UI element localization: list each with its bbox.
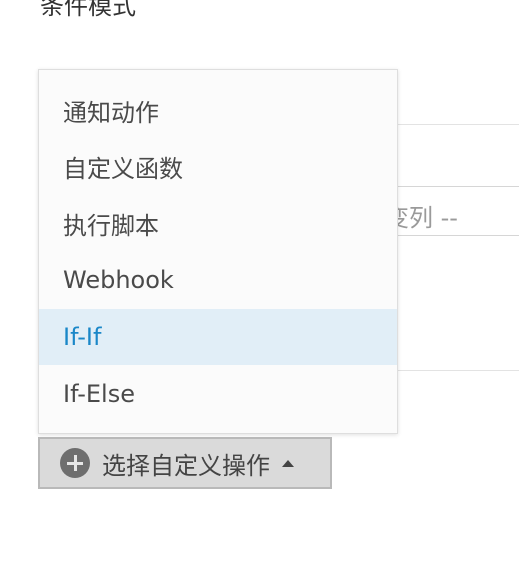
background-divider xyxy=(380,124,519,125)
caret-up-icon xyxy=(282,459,294,467)
menu-item-run-script[interactable]: 执行脚本 xyxy=(39,195,397,251)
background-divider xyxy=(398,370,519,371)
plus-circle-icon xyxy=(60,448,90,478)
menu-item-if-else[interactable]: If-Else xyxy=(39,366,397,422)
menu-item-custom-function[interactable]: 自定义函数 xyxy=(39,138,397,194)
background-select-field[interactable]: 变列 -- xyxy=(380,186,519,236)
select-custom-action-button[interactable]: 选择自定义操作 xyxy=(38,437,332,489)
custom-action-dropdown-menu: 通知动作 自定义函数 执行脚本 Webhook If-If If-Else xyxy=(38,69,398,434)
menu-item-webhook[interactable]: Webhook xyxy=(39,252,397,308)
menu-item-notify-action[interactable]: 通知动作 xyxy=(39,82,397,138)
select-custom-action-label: 选择自定义操作 xyxy=(102,451,270,480)
partial-heading: 条件模式 xyxy=(40,0,136,20)
menu-item-if-if[interactable]: If-If xyxy=(39,309,397,365)
